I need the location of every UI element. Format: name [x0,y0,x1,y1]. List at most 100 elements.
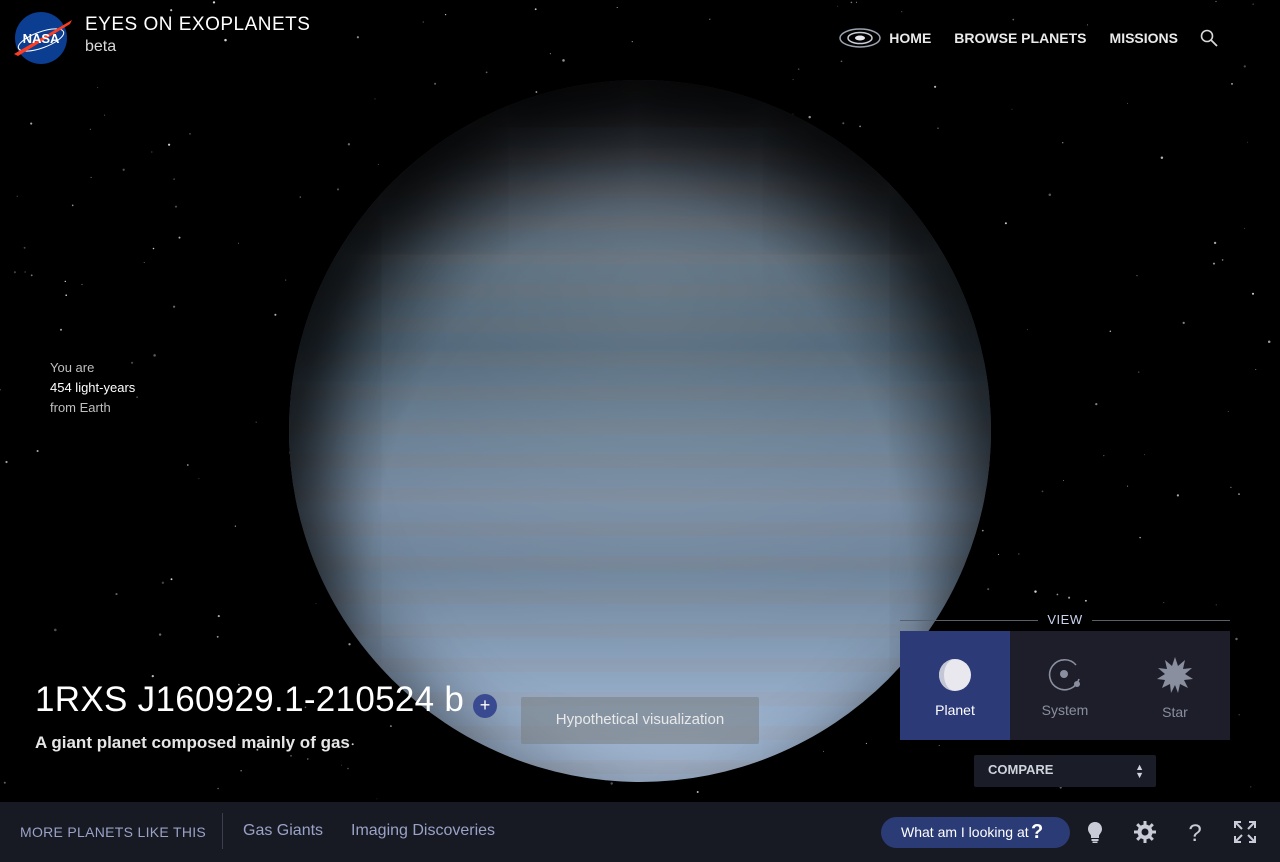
view-option-planet[interactable]: Planet [900,631,1010,740]
nav-home[interactable]: HOME [889,30,931,46]
star-dot [152,247,155,250]
star-dot [377,163,379,165]
category-imaging-discoveries[interactable]: Imaging Discoveries [351,822,495,840]
search-icon[interactable] [1200,29,1218,47]
divider [222,813,223,849]
star-icon [1157,657,1193,693]
star-dot [143,262,145,263]
star-dot [170,578,173,581]
star-dot [151,674,154,678]
star-dot [1034,590,1037,593]
view-label: VIEW [1047,612,1083,627]
star-dot [389,725,392,728]
star-dot [336,188,340,191]
star-dot [855,1,858,3]
planet-name: 1RXS J160929.1-210524 b [35,680,465,719]
star-dot [217,787,219,790]
star-dot [1127,485,1129,487]
star-dot [859,125,861,128]
star-dot [987,588,990,591]
star-dot [1212,262,1216,265]
star-dot [89,128,91,130]
category-gas-giants[interactable]: Gas Giants [243,822,323,840]
star-dot [347,767,349,770]
help-icon[interactable]: ? [1183,820,1207,844]
star-dot [850,1,853,4]
app-title: EYES ON EXOPLANETS [85,14,311,35]
star-dot [136,396,138,398]
star-dot [240,770,242,772]
star-dot [315,603,317,605]
bottom-bar: MORE PLANETS LIKE THIS Gas Giants Imagin… [0,802,1280,862]
star-dot [1163,602,1165,604]
view-option-star[interactable]: Star [1120,631,1230,740]
star-dot [1160,156,1164,160]
star-dot [351,743,354,746]
star-dot [104,114,106,116]
star-dot [934,85,937,88]
star-dot [1144,454,1145,456]
star-dot [444,13,447,16]
star-dot [549,53,551,55]
star-dot [238,242,239,244]
fullscreen-icon[interactable] [1233,820,1257,844]
app-subtitle: beta [85,38,117,55]
star-dot [534,8,537,11]
star-dot [299,196,302,198]
star-dot [158,633,162,636]
view-selector: Planet System Star [900,631,1230,740]
nav-missions[interactable]: MISSIONS [1110,30,1178,46]
star-dot [1026,329,1028,331]
star-dot [216,635,219,638]
star-dot [1137,371,1140,373]
star-dot [1084,599,1087,602]
star-dot [348,643,351,646]
star-dot [234,525,237,527]
nav-browse-planets[interactable]: BROWSE PLANETS [954,30,1086,46]
star-dot [153,354,156,357]
star-dot [1068,596,1071,599]
star-dot [981,529,984,532]
star-dot [151,151,153,153]
question-icon: ? [1031,821,1044,843]
star-dot [172,305,176,308]
star-dot [290,755,292,757]
star-dot [1243,65,1246,68]
compare-dropdown[interactable]: COMPARE ▲ ▼ [974,755,1156,787]
star-dot [356,36,359,39]
star-dot [631,40,633,43]
planet-info-expand-button[interactable]: + [473,694,497,718]
lightbulb-icon[interactable] [1083,820,1107,844]
star-dot [865,742,867,745]
planet-description: A giant planet composed mainly of gas [35,733,350,752]
view-option-label: System [1041,702,1089,718]
star-dot [59,328,63,331]
star-dot [5,460,8,464]
planet-visualization[interactable] [289,80,991,782]
what-am-i-looking-at-button[interactable]: What am I looking at ? [881,817,1070,848]
svg-text:?: ? [1188,820,1201,844]
star-dot [3,781,6,784]
star-dot [274,313,277,316]
distance-line1: You are [50,360,95,375]
nasa-logo[interactable]: NASA [12,10,72,66]
star-dot [1215,0,1217,3]
star-dot [1182,321,1185,325]
star-dot [1056,593,1059,596]
star-dot [374,98,376,100]
what-am-i-looking-at-label: What am I looking at [901,824,1029,840]
galaxy-icon[interactable] [839,26,882,50]
star-dot [340,764,342,766]
view-option-system[interactable]: System [1010,631,1120,740]
dropdown-arrows-icon: ▲ ▼ [1135,762,1144,780]
star-dot [1018,553,1020,555]
star-dot [1235,637,1238,641]
star-dot [376,798,378,800]
star-dot [71,204,74,207]
gear-icon[interactable] [1133,820,1157,844]
star-dot [1238,714,1240,716]
star-dot [347,143,351,146]
star-dot [1062,480,1064,482]
planet-icon [939,659,971,691]
star-dot [792,79,794,81]
